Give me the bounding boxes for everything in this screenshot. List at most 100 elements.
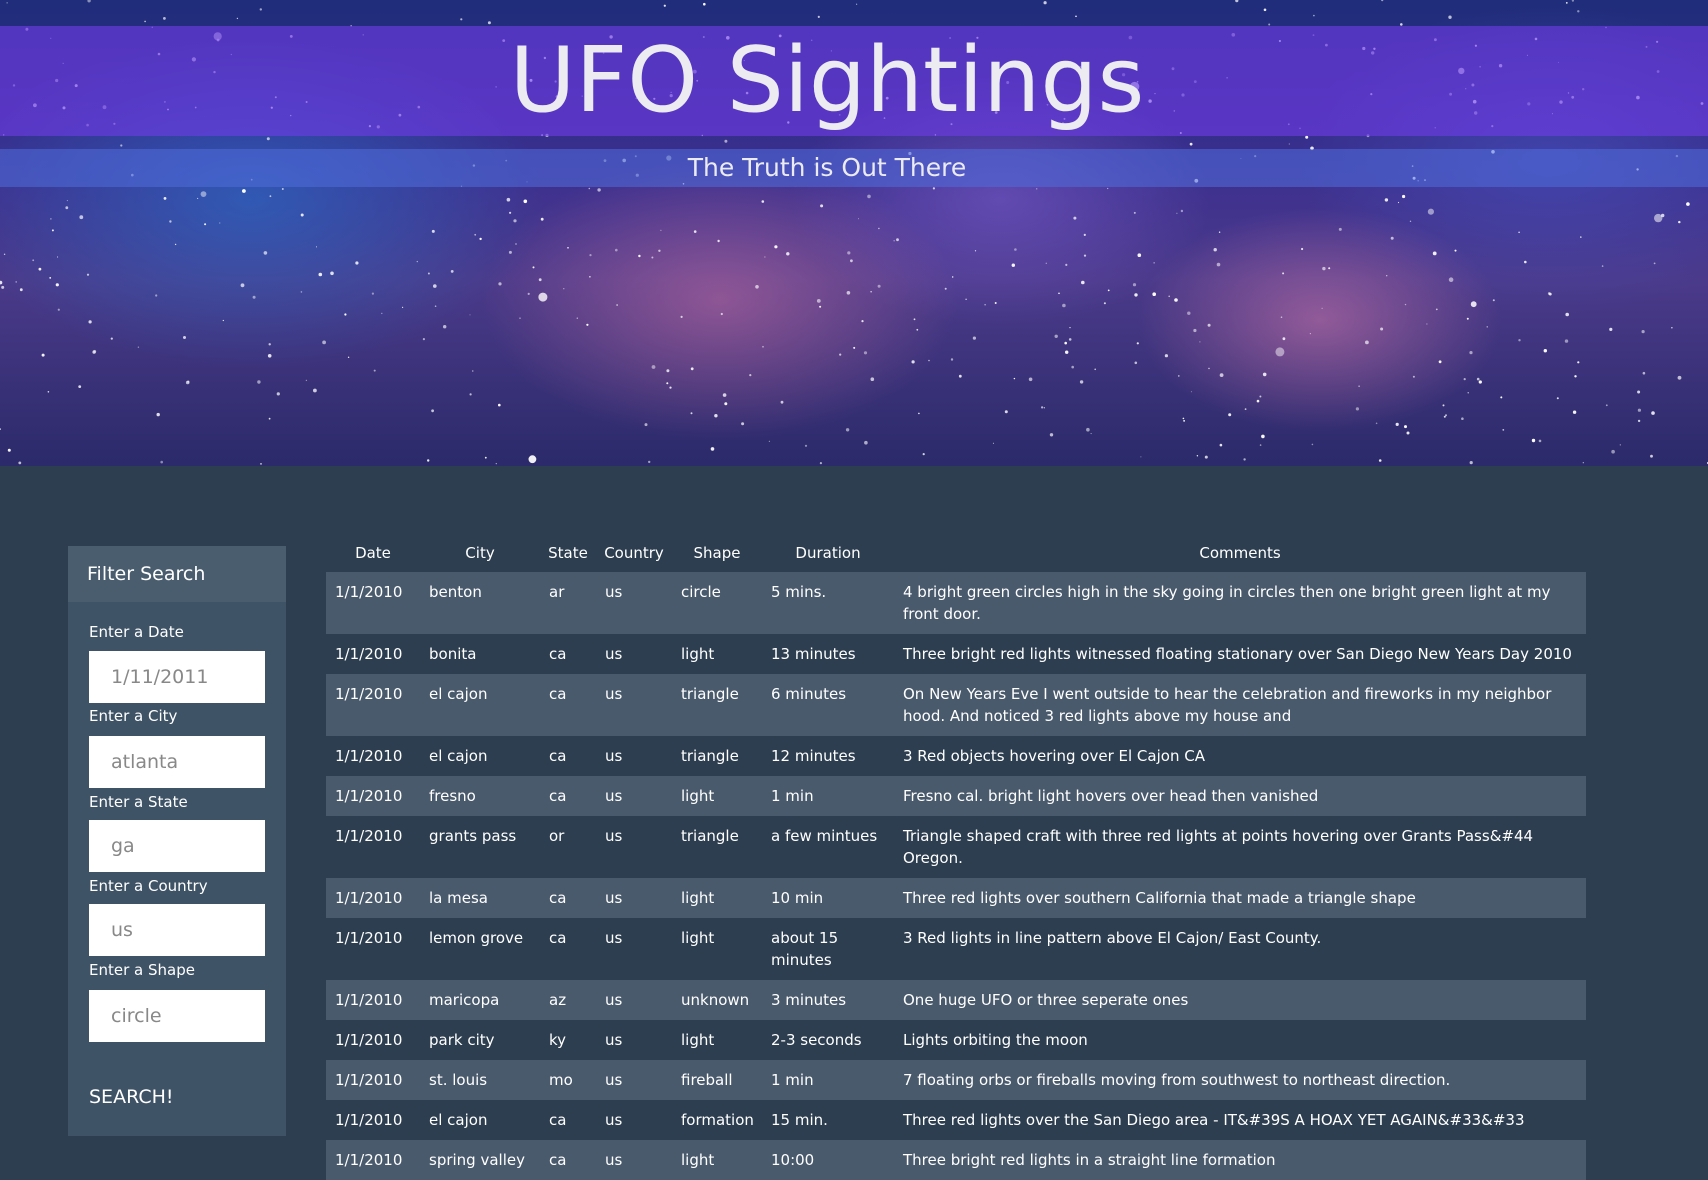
cell-date: 1/1/2010 [326, 634, 420, 674]
cell-shape: light [672, 1140, 762, 1180]
date-field-label: Enter a Date [89, 623, 184, 641]
hero-banner: UFO Sightings The Truth is Out There [0, 0, 1708, 466]
cell-city: maricopa [420, 980, 540, 1020]
cell-comment: 3 Red lights in line pattern above El Ca… [894, 918, 1586, 980]
country-input[interactable] [89, 904, 265, 956]
table-row: 1/1/2010 benton ar us circle 5 mins. 4 bright … [326, 572, 1586, 634]
cell-state: ky [540, 1020, 596, 1060]
table-row: 1/1/2010 spring valley ca us light 10:00 Three… [326, 1140, 1586, 1180]
sightings-table-container: Date City State Country Shape Duration C… [326, 534, 1586, 1180]
cell-state: az [540, 980, 596, 1020]
cell-country: us [596, 1100, 672, 1140]
table-header-row: Date City State Country Shape Duration C… [326, 534, 1586, 572]
cell-date: 1/1/2010 [326, 816, 420, 878]
cell-country: us [596, 776, 672, 816]
cell-city: el cajon [420, 674, 540, 736]
cell-duration: 2-3 seconds [762, 1020, 894, 1060]
cell-date: 1/1/2010 [326, 918, 420, 980]
column-header-country: Country [604, 544, 664, 562]
column-header-comments: Comments [1199, 544, 1281, 562]
cell-duration: 1 min [762, 776, 894, 816]
filter-sidebar-title: Filter Search [68, 546, 286, 602]
cell-state: ca [540, 918, 596, 980]
cell-state: ca [540, 634, 596, 674]
cell-duration: 15 min. [762, 1100, 894, 1140]
page-subtitle: The Truth is Out There [687, 153, 967, 182]
sightings-table: Date City State Country Shape Duration C… [326, 534, 1586, 1180]
cell-city: park city [420, 1020, 540, 1060]
cell-state: ca [540, 1100, 596, 1140]
cell-comment: Three bright red lights witnessed floati… [894, 634, 1586, 674]
cell-comment: 4 bright green circles high in the sky g… [894, 572, 1586, 634]
cell-comment: Triangle shaped craft with three red lig… [894, 816, 1586, 878]
cell-date: 1/1/2010 [326, 1020, 420, 1060]
table-row: 1/1/2010 lemon grove ca us light about 15 min… [326, 918, 1586, 980]
column-header-state: State [548, 544, 588, 562]
table-row: 1/1/2010 el cajon ca us formation 15 min. Thre… [326, 1100, 1586, 1140]
cell-shape: circle [672, 572, 762, 634]
table-row: 1/1/2010 grants pass or us triangle a few min… [326, 816, 1586, 878]
cell-state: ar [540, 572, 596, 634]
state-input[interactable] [89, 820, 265, 872]
cell-duration: 1 min [762, 1060, 894, 1100]
column-header-date: Date [355, 544, 391, 562]
cell-country: us [596, 980, 672, 1020]
cell-shape: triangle [672, 736, 762, 776]
cell-shape: fireball [672, 1060, 762, 1100]
cell-city: el cajon [420, 1100, 540, 1140]
date-input[interactable] [89, 651, 265, 703]
cell-shape: unknown [672, 980, 762, 1020]
cell-city: spring valley [420, 1140, 540, 1180]
cell-country: us [596, 1140, 672, 1180]
cell-comment: Three bright red lights in a straight li… [894, 1140, 1586, 1180]
cell-country: us [596, 1020, 672, 1060]
cell-comment: 3 Red objects hovering over El Cajon CA [894, 736, 1586, 776]
cell-shape: light [672, 634, 762, 674]
cell-comment: Three red lights over the San Diego area… [894, 1100, 1586, 1140]
cell-shape: triangle [672, 816, 762, 878]
cell-shape: light [672, 776, 762, 816]
cell-city: benton [420, 572, 540, 634]
cell-country: us [596, 816, 672, 878]
shape-input[interactable] [89, 990, 265, 1042]
cell-city: la mesa [420, 878, 540, 918]
cell-state: or [540, 816, 596, 878]
cell-duration: 13 minutes [762, 634, 894, 674]
cell-shape: formation [672, 1100, 762, 1140]
column-header-shape: Shape [693, 544, 741, 562]
cell-date: 1/1/2010 [326, 572, 420, 634]
search-button[interactable]: SEARCH! [89, 1086, 174, 1108]
cell-state: mo [540, 1060, 596, 1100]
cell-duration: 10:00 [762, 1140, 894, 1180]
cell-country: us [596, 634, 672, 674]
cell-country: us [596, 736, 672, 776]
city-field-label: Enter a City [89, 707, 178, 725]
cell-date: 1/1/2010 [326, 1060, 420, 1100]
table-row: 1/1/2010 el cajon ca us triangle 6 minutes On … [326, 674, 1586, 736]
cell-shape: triangle [672, 674, 762, 736]
cell-comment: 7 floating orbs or fireballs moving from… [894, 1060, 1586, 1100]
cell-country: us [596, 674, 672, 736]
cell-duration: 10 min [762, 878, 894, 918]
cell-country: us [596, 572, 672, 634]
cell-duration: 5 mins. [762, 572, 894, 634]
page-title: UFO Sightings [509, 28, 1145, 133]
cell-comment: Lights orbiting the moon [894, 1020, 1586, 1060]
cell-duration: about 15 minutes [762, 918, 894, 980]
cell-country: us [596, 918, 672, 980]
table-row: 1/1/2010 bonita ca us light 13 minutes Three b… [326, 634, 1586, 674]
city-input[interactable] [89, 736, 265, 788]
table-row: 1/1/2010 el cajon ca us triangle 12 minutes 3 … [326, 736, 1586, 776]
table-row: 1/1/2010 st. louis mo us fireball 1 min 7 floa… [326, 1060, 1586, 1100]
column-header-city: City [465, 544, 495, 562]
cell-date: 1/1/2010 [326, 674, 420, 736]
table-row: 1/1/2010 fresno ca us light 1 min Fresno cal. … [326, 776, 1586, 816]
cell-state: ca [540, 878, 596, 918]
cell-state: ca [540, 1140, 596, 1180]
state-field-label: Enter a State [89, 793, 188, 811]
filter-sidebar: Filter Search Enter a Date Enter a City … [68, 546, 286, 1136]
cell-comment: On New Years Eve I went outside to hear … [894, 674, 1586, 736]
table-row: 1/1/2010 la mesa ca us light 10 min Three red … [326, 878, 1586, 918]
country-field-label: Enter a Country [89, 877, 208, 895]
cell-state: ca [540, 776, 596, 816]
